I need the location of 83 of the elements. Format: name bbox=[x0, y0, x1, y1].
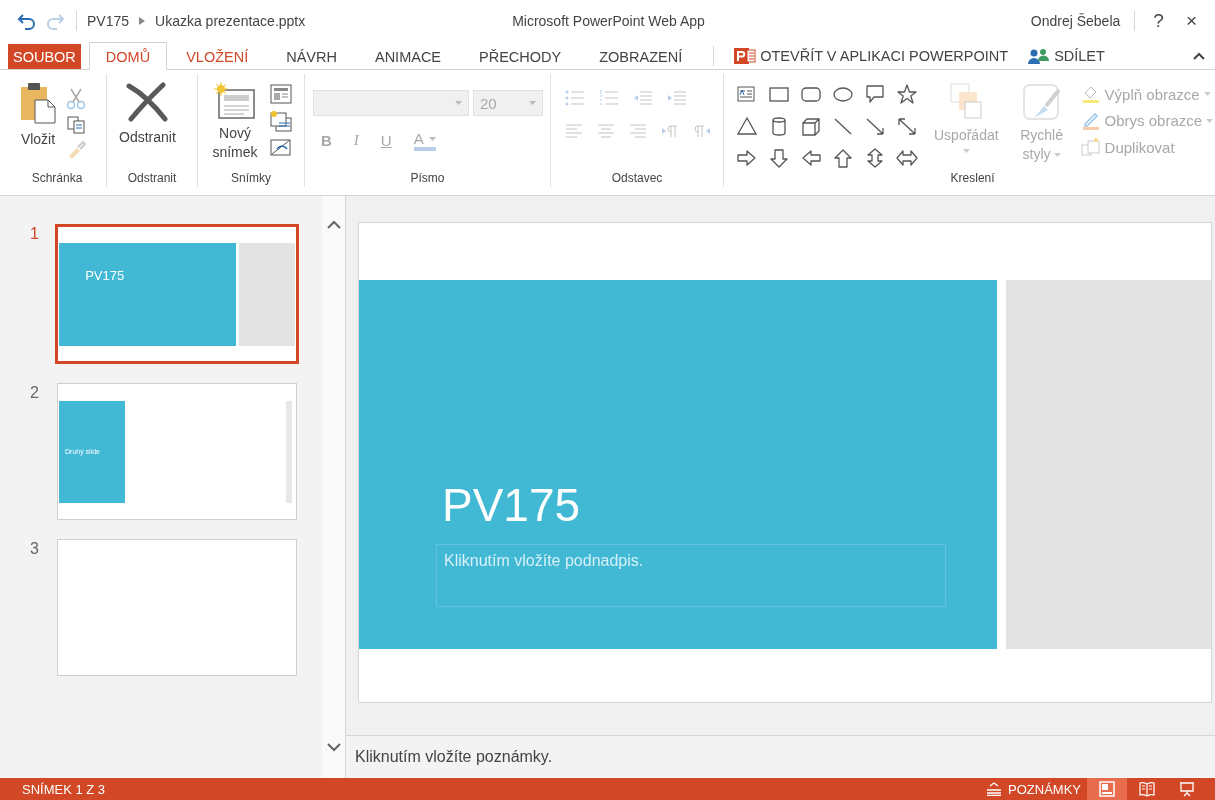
notes-button[interactable]: POZNÁMKY bbox=[980, 778, 1087, 800]
duplicate-slide-icon[interactable] bbox=[270, 109, 292, 132]
textbox-icon[interactable] bbox=[736, 84, 758, 104]
caret-icon bbox=[1203, 92, 1211, 96]
caret-icon bbox=[455, 101, 462, 105]
left-right-arrow-icon[interactable] bbox=[896, 148, 918, 168]
scroll-down-icon[interactable] bbox=[326, 743, 341, 752]
slide-title[interactable]: PV175 bbox=[442, 479, 581, 531]
ribbon-tab[interactable]: PŘECHODY bbox=[460, 42, 581, 70]
up-arrow-icon[interactable] bbox=[832, 148, 854, 168]
projector-screen-icon bbox=[1179, 781, 1195, 797]
normal-view-icon bbox=[1099, 781, 1115, 797]
scissors-icon[interactable] bbox=[66, 88, 86, 110]
group-label: Odstranit bbox=[126, 171, 178, 187]
ribbon-tab[interactable]: NÁVRH bbox=[267, 42, 356, 70]
new-slide-button[interactable]: Nový snímek bbox=[206, 80, 264, 171]
help-button[interactable]: ? bbox=[1149, 10, 1168, 32]
down-arrow-icon[interactable] bbox=[768, 148, 790, 168]
caret-icon bbox=[529, 101, 536, 105]
slide-number: 2 bbox=[29, 383, 40, 403]
new-slide-icon bbox=[214, 82, 256, 122]
slide-number: 3 bbox=[29, 539, 40, 559]
double-arrow-icon[interactable] bbox=[896, 116, 918, 136]
open-book-icon bbox=[1139, 781, 1155, 797]
right-arrow-icon[interactable] bbox=[736, 148, 758, 168]
caret-icon bbox=[1053, 153, 1061, 158]
undo-icon[interactable] bbox=[16, 12, 36, 30]
scroll-up-icon[interactable] bbox=[326, 220, 341, 229]
clipboard-icon bbox=[20, 82, 56, 124]
line-icon[interactable] bbox=[832, 116, 854, 136]
hide-slide-icon[interactable] bbox=[270, 137, 292, 157]
slide-canvas[interactable]: PV175 Kliknutím vložíte podnadpis. bbox=[358, 222, 1212, 703]
breadcrumb-arrow-icon bbox=[139, 17, 146, 25]
cube-icon[interactable] bbox=[800, 116, 822, 136]
paste-button[interactable]: Vložit bbox=[16, 80, 60, 171]
caret-icon bbox=[962, 149, 970, 153]
fill-icon bbox=[1080, 84, 1101, 104]
pencil-icon bbox=[1080, 110, 1101, 131]
breadcrumb-link[interactable]: PV175 bbox=[87, 13, 130, 29]
x-mark-icon bbox=[125, 82, 170, 122]
ellipse-icon[interactable] bbox=[832, 84, 854, 104]
slide-thumbnail[interactable]: PV175 bbox=[55, 224, 299, 364]
arrow-icon[interactable] bbox=[864, 116, 886, 136]
copy-icon[interactable] bbox=[66, 114, 86, 135]
ribbon-tab[interactable]: ANIMACE bbox=[355, 42, 461, 70]
delete-button[interactable]: Odstranit bbox=[115, 80, 180, 171]
duplicate-icon bbox=[1080, 137, 1101, 157]
title-placeholder[interactable]: PV175 Kliknutím vložíte podnadpis. bbox=[359, 279, 998, 649]
collapse-ribbon-icon[interactable] bbox=[1193, 51, 1205, 60]
caret-icon bbox=[1206, 118, 1214, 123]
user-name[interactable]: Ondrej Šebela bbox=[1030, 13, 1121, 29]
app-title: Microsoft PowerPoint Web App bbox=[512, 13, 705, 29]
normal-view-button[interactable] bbox=[1087, 778, 1127, 800]
arrange-icon bbox=[948, 82, 985, 122]
share-button[interactable]: SDÍLET bbox=[1018, 42, 1115, 69]
slide-counter: SNÍMEK 1 Z 3 bbox=[22, 781, 106, 797]
slide-title: PV175 bbox=[85, 268, 125, 284]
star-icon[interactable] bbox=[896, 84, 918, 104]
left-arrow-icon[interactable] bbox=[800, 148, 822, 168]
paintbrush-icon bbox=[1021, 82, 1062, 122]
group-label: Schránka bbox=[30, 171, 84, 187]
triangle-icon[interactable] bbox=[736, 116, 758, 136]
group-label: Kreslení bbox=[949, 171, 996, 187]
notes-icon bbox=[986, 782, 1003, 796]
group-label: Snímky bbox=[230, 171, 272, 187]
open-app-button[interactable]: OTEVŘÍT V APLIKACI POWERPOINT bbox=[724, 42, 1019, 69]
ribbon-tab[interactable]: ZOBRAZENÍ bbox=[580, 42, 702, 70]
people-icon bbox=[1028, 47, 1051, 64]
speech-bubble-icon[interactable] bbox=[864, 84, 886, 104]
rounded-rectangle-icon[interactable] bbox=[800, 84, 822, 104]
ribbon-tab[interactable]: DOMŮ bbox=[88, 42, 168, 70]
caret-icon bbox=[428, 136, 436, 141]
group-label: Písmo bbox=[409, 171, 446, 187]
file-name[interactable]: Ukazka prezentace.pptx bbox=[155, 13, 306, 29]
rectangle-icon[interactable] bbox=[768, 84, 790, 104]
slide-thumbnail[interactable] bbox=[57, 539, 297, 676]
layout-icon[interactable] bbox=[270, 84, 292, 104]
presentation-app-icon bbox=[734, 46, 757, 65]
close-button[interactable]: × bbox=[1181, 10, 1201, 32]
file-tab[interactable]: SOUBOR bbox=[8, 44, 81, 69]
group-label: Odstavec bbox=[610, 171, 664, 187]
ribbon-tab[interactable]: VLOŽENÍ bbox=[167, 42, 268, 70]
slide-number: 1 bbox=[29, 224, 40, 244]
